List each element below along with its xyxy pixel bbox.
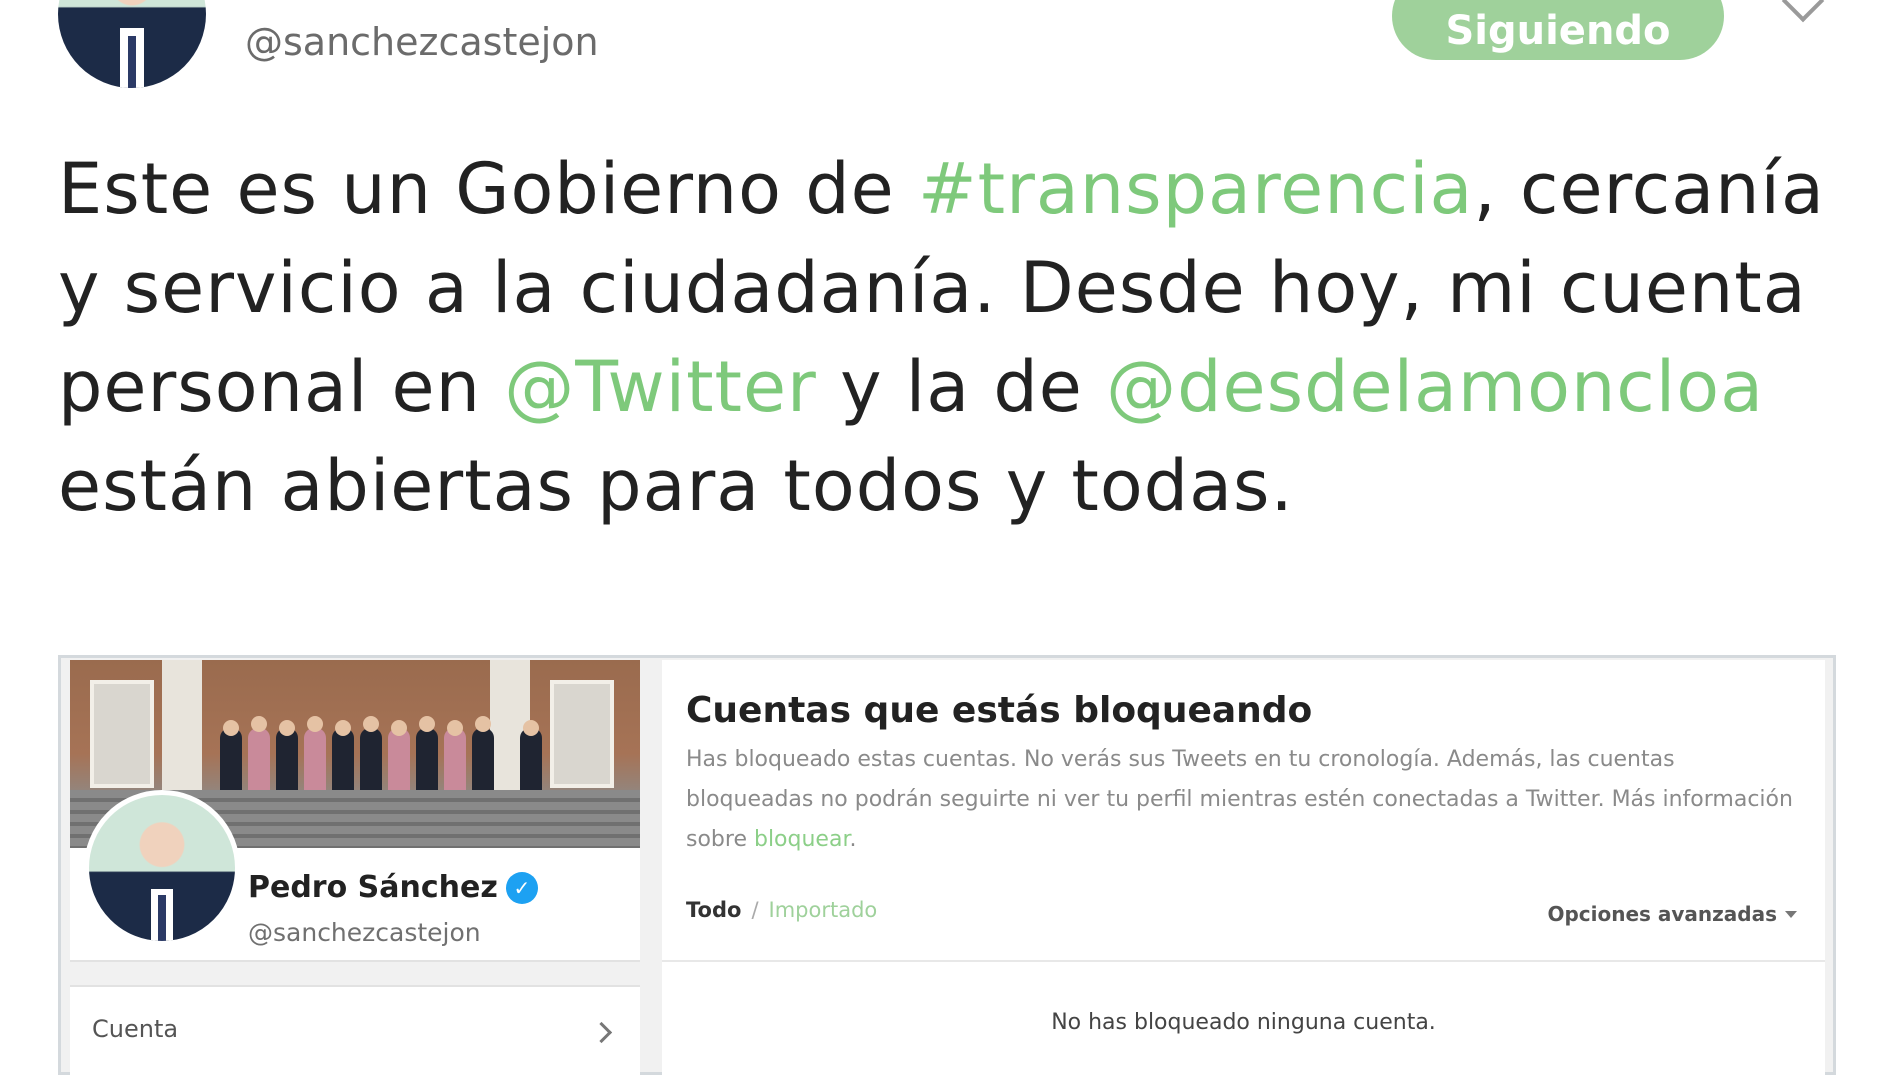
author-handle[interactable]: @sanchezcastejon: [245, 20, 599, 64]
filter-row: Todo / Importado: [686, 898, 877, 922]
tweet-text-part: y la de: [816, 346, 1107, 428]
profile-name-text: Pedro Sánchez: [248, 870, 498, 905]
menu-item-account: Cuenta: [92, 1015, 179, 1043]
panel-title: Cuentas que estás bloqueando: [686, 690, 1313, 731]
settings-menu: Cuenta: [70, 985, 640, 1077]
caret-down-icon: [1785, 910, 1797, 918]
filter-imported: Importado: [768, 898, 878, 922]
empty-message: No has bloqueado ninguna cuenta.: [1051, 1010, 1436, 1035]
filter-separator: /: [751, 898, 759, 922]
profile-avatar: [84, 790, 240, 946]
description-end: .: [849, 827, 857, 852]
block-info-link: bloquear: [753, 827, 850, 852]
hashtag-link[interactable]: #transparencia: [918, 148, 1473, 230]
profile-name: Pedro Sánchez ✓: [248, 870, 538, 905]
tweet-text: Este es un Gobierno de #transparencia, c…: [58, 140, 1858, 536]
chevron-right-icon: [590, 1021, 613, 1044]
following-button[interactable]: Siguiendo: [1392, 0, 1724, 60]
chevron-down-icon[interactable]: [1781, 0, 1825, 23]
filter-all: Todo: [686, 898, 742, 922]
tweet-text-part: están abiertas para todos y todas.: [58, 445, 1294, 527]
advanced-options-label: Opciones avanzadas: [1547, 902, 1777, 926]
verified-icon: ✓: [505, 871, 538, 904]
blocked-accounts-panel: Cuentas que estás bloqueando Has bloquea…: [662, 660, 1825, 1075]
tweet-text-part: Este es un Gobierno de: [58, 148, 918, 230]
mention-link[interactable]: @desdelamoncloa: [1106, 346, 1764, 428]
advanced-options: Opciones avanzadas: [1547, 902, 1797, 926]
mention-link[interactable]: @Twitter: [504, 346, 817, 428]
author-avatar[interactable]: [58, 0, 206, 88]
profile-handle: @sanchezcastejon: [248, 918, 481, 947]
divider: [662, 960, 1825, 962]
panel-description: Has bloqueado estas cuentas. No verás su…: [686, 740, 1796, 860]
profile-card: Pedro Sánchez ✓ @sanchezcastejon: [70, 660, 640, 962]
